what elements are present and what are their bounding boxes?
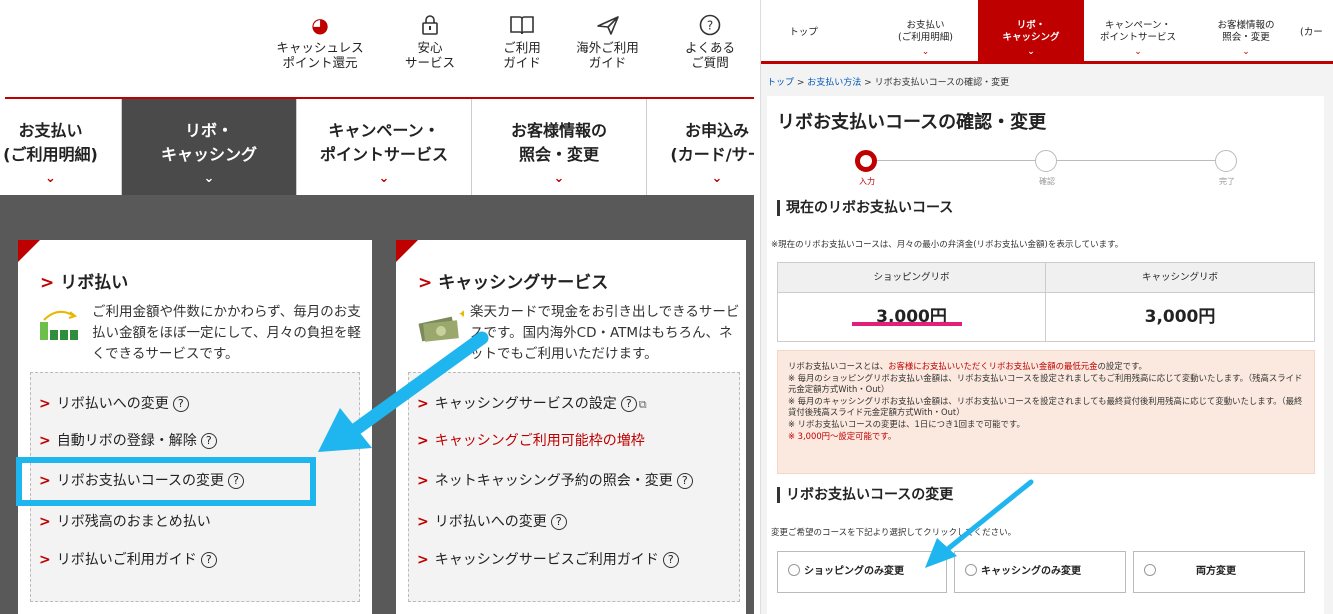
annotation-arrow bbox=[925, 479, 1034, 568]
left-screenshot: ◕ キャッシュレス ポイント還元 安心 サービス ご利用 ガイド 海外ご利用 ガ… bbox=[0, 0, 754, 614]
right-screenshot: トップ お支払い (ご利用明細) ⌄ リボ・ キャッシング ⌄ キャンペーン・ ポイ… bbox=[760, 0, 1333, 614]
annotation-arrow bbox=[318, 331, 489, 452]
